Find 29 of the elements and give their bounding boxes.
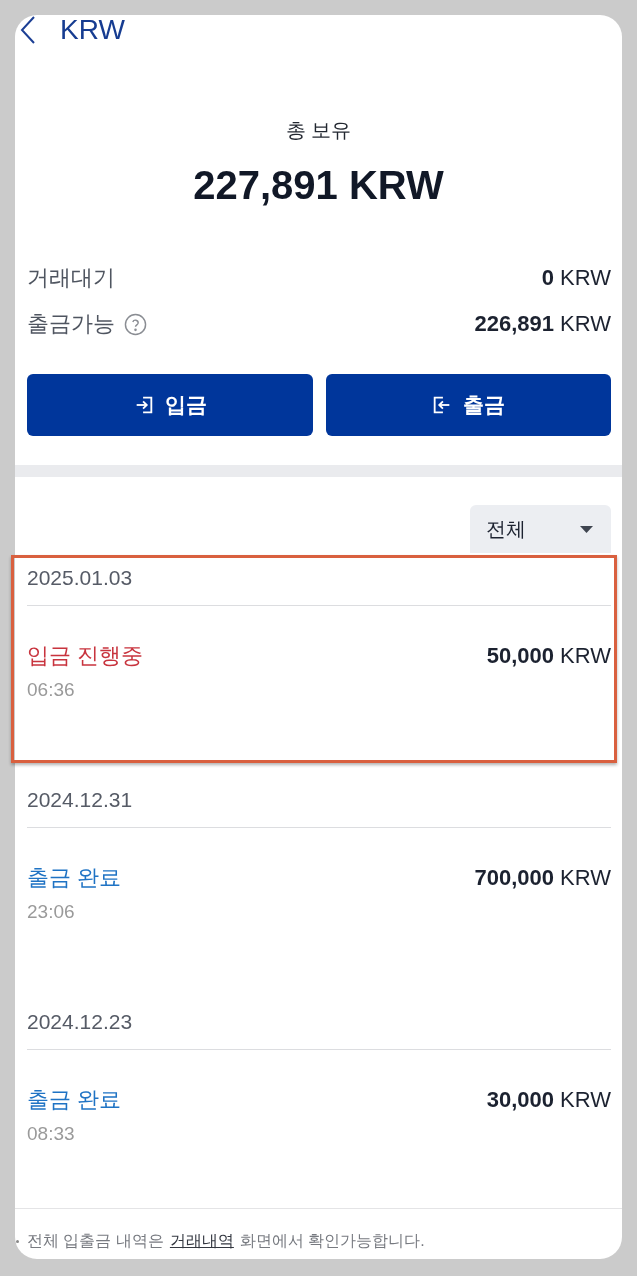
filter-dropdown[interactable]: 전체 bbox=[470, 505, 611, 553]
total-amount: 227,891 KRW bbox=[193, 162, 444, 209]
balance-value: 0 KRW bbox=[541, 265, 611, 291]
withdraw-button[interactable]: 출금 bbox=[325, 374, 611, 436]
page-title: KRW bbox=[60, 15, 125, 45]
help-icon[interactable] bbox=[124, 312, 147, 336]
back-button[interactable] bbox=[20, 16, 36, 44]
deposit-button[interactable]: 입금 bbox=[27, 374, 313, 436]
date-label: 2024.12.31 bbox=[27, 786, 134, 813]
transaction-status: 입금 진행중 bbox=[27, 642, 144, 670]
balance-label: 출금가능 bbox=[27, 310, 115, 338]
balance-value: 226,891 KRW bbox=[474, 311, 611, 337]
transaction-status: 출금 완료 bbox=[27, 1086, 122, 1114]
bullet-icon bbox=[16, 1240, 19, 1243]
transaction-amount: 50,000 KRW bbox=[486, 642, 611, 670]
transaction-status: 출금 완료 bbox=[27, 864, 122, 892]
total-label: 총 보유 bbox=[285, 118, 352, 143]
date-label: 2024.12.23 bbox=[27, 1008, 134, 1035]
history-link[interactable]: 거래내역 bbox=[169, 1232, 234, 1249]
transaction-time: 08:33 bbox=[27, 1122, 76, 1146]
date-label: 2025.01.03 bbox=[27, 564, 134, 591]
transaction-time: 23:06 bbox=[27, 900, 76, 924]
balance-label: 거래대기 bbox=[27, 264, 115, 292]
caret-icon bbox=[580, 525, 593, 533]
transaction-amount: 30,000 KRW bbox=[486, 1086, 611, 1114]
transaction-time: 06:36 bbox=[27, 678, 76, 702]
back-icon bbox=[20, 16, 36, 44]
footnote-text: 전체 입출금 내역은 거래내역 화면에서 확인가능합니다. bbox=[27, 1231, 425, 1251]
transaction-amount: 700,000 KRW bbox=[474, 864, 611, 892]
